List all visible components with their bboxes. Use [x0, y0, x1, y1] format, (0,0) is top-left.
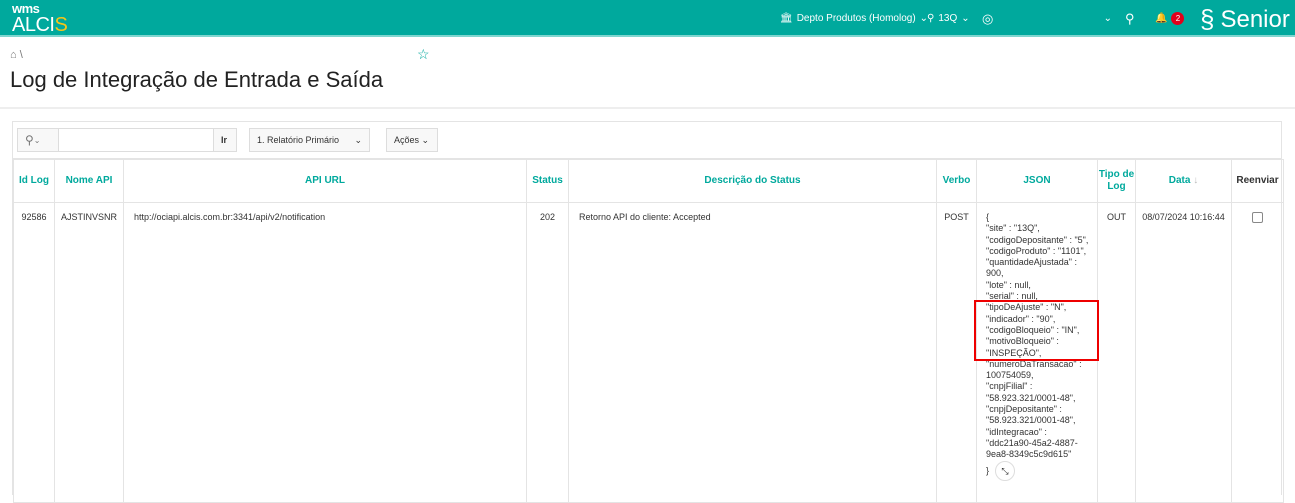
json-line: 900, — [986, 268, 1004, 279]
notifications-button[interactable]: 🔔 2 — [1155, 0, 1185, 37]
site-selector[interactable]: ⚲ 13Q ⌄ — [927, 0, 970, 37]
notification-badge: 2 — [1171, 12, 1185, 25]
location-pin-icon: ⚲ — [927, 13, 935, 24]
senior-logo: § Senior — [1200, 4, 1290, 35]
logo-main-text: ALCI — [12, 14, 55, 36]
col-status[interactable]: Status — [526, 159, 569, 203]
json-line: "lote" : null, — [986, 279, 1031, 290]
col-reenviar[interactable]: Reenviar — [1231, 159, 1284, 203]
log-table: Id Log Nome API API URL Status Descrição… — [13, 159, 1284, 503]
divider — [0, 107, 1295, 109]
brand-name: Senior — [1220, 5, 1290, 33]
col-data[interactable]: Data ↓ — [1135, 159, 1232, 203]
col-nome-api[interactable]: Nome API — [54, 159, 124, 203]
table-header-row: Id Log Nome API API URL Status Descrição… — [13, 159, 1284, 203]
json-line: "codigoDepositante" : "5", — [986, 234, 1089, 245]
cell-reenviar — [1231, 202, 1284, 503]
user-menu[interactable]: ◎ ⌄ — [982, 0, 1112, 37]
logo-main: ALCIS — [12, 14, 68, 36]
col-tipo-log[interactable]: Tipo de Log — [1097, 159, 1136, 203]
home-icon[interactable]: ⌂ — [10, 49, 17, 61]
col-data-label: Data — [1168, 175, 1191, 186]
breadcrumb: ⌂ \ — [10, 49, 23, 61]
table-row: 92586 AJSTINVSNR http://ociapi.alcis.com… — [13, 202, 1284, 503]
json-line: 9ea8-8349c5c9d615" — [986, 449, 1072, 460]
json-line: "idIntegracao" : — [986, 426, 1047, 437]
top-bar: wms ALCIS 🏛 Depto Produtos (Homolog) ⌄ ⚲ 13… — [0, 0, 1295, 37]
cell-date: 08/07/2024 10:16:44 — [1135, 202, 1232, 503]
json-line: "site" : "13Q", — [986, 223, 1040, 234]
json-line: "58.923.321/0001-48", — [986, 415, 1076, 426]
senior-s-icon: § — [1200, 4, 1215, 34]
cell-url: http://ociapi.alcis.com.br:3341/api/v2/n… — [123, 202, 527, 503]
bell-icon: 🔔 — [1155, 13, 1168, 24]
building-icon: 🏛 — [780, 13, 793, 24]
report-toolbar: ⚲ ⌄ Ir 1. Relatório Primário ⌄ Ações ⌄ — [13, 122, 1281, 159]
col-verbo[interactable]: Verbo — [936, 159, 977, 203]
chevron-down-icon: ⌄ — [1103, 13, 1112, 24]
cell-id: 92586 — [13, 202, 55, 503]
json-line: } — [986, 464, 990, 475]
wms-alcis-logo[interactable]: wms ALCIS — [12, 2, 68, 36]
search-icon: ⚲ — [25, 133, 34, 147]
search-icon: ⚲ — [1125, 10, 1135, 26]
json-line: "ddc21a90-45a2-4887- — [986, 437, 1078, 448]
cell-status: 202 — [526, 202, 569, 503]
department-selector[interactable]: 🏛 Depto Produtos (Homolog) ⌄ — [780, 0, 928, 37]
chevron-down-icon: ⌄ — [33, 135, 41, 145]
sort-desc-icon: ↓ — [1193, 175, 1199, 186]
breadcrumb-separator: \ — [19, 49, 23, 61]
json-line: 100754059, — [986, 370, 1034, 381]
cell-type: OUT — [1097, 202, 1136, 503]
json-line: "58.923.321/0001-48", — [986, 392, 1076, 403]
cell-json: {"site" : "13Q", "codigoDepositante" : "5… — [974, 202, 1099, 503]
json-line: "quantidadeAjustada" : — [986, 257, 1077, 268]
actions-button[interactable]: Ações ⌄ — [386, 128, 438, 152]
report-label: 1. Relatório Primário — [257, 135, 340, 145]
cell-verb: POST — [936, 202, 977, 503]
col-api-url[interactable]: API URL — [123, 159, 527, 203]
cell-api: AJSTINVSNR — [54, 202, 124, 503]
chevron-down-icon: ⌄ — [421, 134, 430, 145]
json-line: "cnpjDepositante" : — [986, 404, 1062, 415]
search-input[interactable] — [58, 128, 214, 152]
site-label: 13Q — [938, 13, 958, 24]
col-id-log[interactable]: Id Log — [13, 159, 55, 203]
cell-desc: Retorno API do cliente: Accepted — [568, 202, 937, 503]
json-line: "codigoProduto" : "1101", — [986, 245, 1087, 256]
json-line: "cnpjFilial" : — [986, 381, 1033, 392]
search-button[interactable]: ⚲ — [1125, 0, 1135, 37]
reenviar-checkbox[interactable] — [1252, 212, 1263, 223]
report-region: ⚲ ⌄ Ir 1. Relatório Primário ⌄ Ações ⌄ Id … — [12, 121, 1284, 503]
highlight-box — [974, 300, 1099, 362]
col-descricao-status[interactable]: Descrição do Status — [568, 159, 937, 203]
col-json[interactable]: JSON — [976, 159, 1098, 203]
search-column-selector[interactable]: ⚲ ⌄ — [17, 128, 59, 152]
actions-label: Ações — [394, 135, 420, 145]
department-label: Depto Produtos (Homolog) — [796, 13, 916, 24]
json-line: { — [986, 212, 990, 222]
report-selector[interactable]: 1. Relatório Primário ⌄ — [249, 128, 370, 152]
collapse-icon[interactable]: ⤡ — [995, 460, 1016, 481]
page-title: Log de Integração de Entrada e Saída — [10, 67, 384, 92]
chevron-down-icon: ⌄ — [354, 134, 362, 145]
user-icon: ◎ — [982, 10, 994, 26]
chevron-down-icon: ⌄ — [961, 13, 970, 24]
logo-accent: S — [54, 14, 68, 36]
go-button[interactable]: Ir — [213, 128, 237, 152]
favorite-star-icon[interactable]: ☆ — [417, 46, 430, 63]
